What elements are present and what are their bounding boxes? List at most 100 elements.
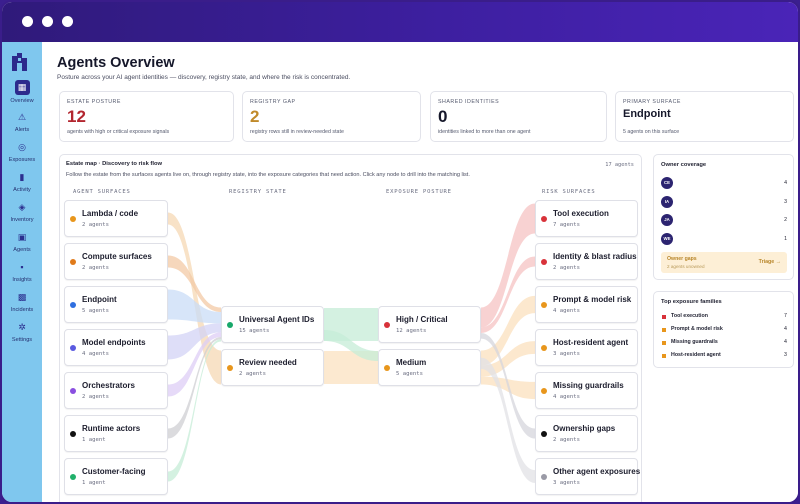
node-name: Universal Agent IDs — [239, 315, 315, 324]
risk-surface-node[interactable]: Other agent exposures 3 agents — [535, 458, 640, 495]
sidebar-item-label: Agents — [13, 247, 31, 253]
surface-node[interactable]: Lambda / code 2 agents — [64, 200, 168, 237]
node-name: Tool execution — [553, 209, 609, 218]
brand-logo[interactable] — [11, 52, 28, 72]
legend-swatch — [662, 314, 666, 319]
node-count: 4 agents — [553, 394, 580, 400]
window-maximize-button[interactable] — [62, 16, 73, 27]
sidebar-item-overview[interactable]: ▦ Overview — [2, 80, 42, 110]
kpi-note: registry rows still in review-needed sta… — [250, 129, 344, 135]
node-count: 3 agents — [553, 480, 580, 486]
sidebar-item-label: Inventory — [10, 217, 34, 223]
estate-map-card: Estate map · Discovery to risk flow 17 a… — [59, 154, 642, 502]
gear-icon: ✲ — [18, 322, 26, 332]
surface-node[interactable]: Model endpoints 4 agents — [64, 329, 168, 366]
registry-node[interactable]: Review needed 2 agents — [221, 349, 324, 386]
owner-gaps-banner[interactable]: Owner gaps 2 agents unowned Triage → — [661, 252, 787, 273]
sidebar-item-incidents[interactable]: ▩ Incidents — [2, 290, 42, 320]
owner-row[interactable]: CE 4 — [661, 177, 787, 189]
node-name: Endpoint — [82, 295, 117, 304]
status-dot — [70, 259, 76, 265]
node-name: Missing guardrails — [553, 381, 624, 390]
family-name: Host-resident agent — [671, 352, 721, 358]
owner-coverage-title: Owner coverage — [661, 162, 707, 168]
owner-row[interactable]: IA 3 — [661, 196, 787, 208]
grid-icon: ▦ — [14, 80, 30, 95]
kpi-card-registry-gap[interactable]: REGISTRY GAP 2 registry rows still in revi… — [242, 91, 421, 142]
risk-surface-node[interactable]: Host-resident agent 3 agents — [535, 329, 638, 366]
status-dot — [541, 431, 547, 437]
title-bar — [2, 2, 798, 42]
kpi-value: 2 — [250, 107, 260, 126]
status-dot — [70, 388, 76, 394]
robot-icon: ▣ — [17, 232, 27, 242]
owner-row[interactable]: JA 2 — [661, 214, 787, 226]
node-count: 1 agent — [82, 480, 106, 486]
page-title: Agents Overview — [57, 55, 175, 71]
kpi-note: identities linked to more than one agent — [438, 129, 531, 135]
kpi-value: 12 — [67, 107, 86, 126]
sidebar-item-settings[interactable]: ✲ Settings — [2, 320, 42, 350]
node-count: 4 agents — [553, 308, 580, 314]
kpi-note: agents with high or critical exposure si… — [67, 129, 170, 135]
kpi-card-estate-posture[interactable]: ESTATE POSTURE 12 agents with high or crit… — [59, 91, 234, 142]
kpi-card-shared-identities[interactable]: SHARED IDENTITIES 0 identities linked to m… — [430, 91, 607, 142]
sidebar-item-activity[interactable]: ▮ Activity — [2, 170, 42, 200]
window-close-button[interactable] — [22, 16, 33, 27]
sidebar-item-label: Activity — [13, 187, 31, 193]
sidebar-item-insights[interactable]: ▪ Insights — [2, 260, 42, 290]
exposure-family-row[interactable]: Tool execution 7 — [662, 313, 787, 322]
sidebar-item-exposures[interactable]: ◎ Exposures — [2, 140, 42, 170]
exposure-node[interactable]: High / Critical 12 agents — [378, 306, 481, 343]
node-name: Model endpoints — [82, 338, 146, 347]
sidebar-item-label: Alerts — [14, 127, 30, 133]
surface-node[interactable]: Orchestrators 2 agents — [64, 372, 168, 409]
surface-node[interactable]: Endpoint 5 agents — [64, 286, 168, 323]
flow-link — [481, 357, 535, 483]
kpi-value: Endpoint — [623, 108, 671, 120]
node-count: 12 agents — [396, 328, 427, 334]
node-name: Medium — [396, 358, 427, 367]
sidebar-item-label: Overview — [10, 98, 34, 104]
exposure-node[interactable]: Medium 5 agents — [378, 349, 481, 386]
surface-node[interactable]: Runtime actors 1 agent — [64, 415, 168, 452]
app-window: ▦ Overview ⚠ Alerts ◎ Exposures ▮ Activity ◈ Inve… — [0, 0, 800, 504]
node-name: Review needed — [239, 358, 297, 367]
surface-node[interactable]: Customer-facing 1 agent — [64, 458, 168, 495]
node-name: Lambda / code — [82, 209, 139, 218]
status-dot — [227, 365, 233, 371]
node-count: 4 agents — [82, 351, 109, 357]
risk-surface-node[interactable]: Prompt & model risk 4 agents — [535, 286, 638, 323]
avatar: IA — [661, 196, 673, 208]
sidebar-item-label: Insights — [12, 277, 32, 283]
surface-node[interactable]: Compute surfaces 2 agents — [64, 243, 168, 280]
risk-surface-node[interactable]: Ownership gaps 2 agents — [535, 415, 638, 452]
owner-row[interactable]: WE 1 — [661, 233, 787, 245]
registry-node[interactable]: Universal Agent IDs 15 agents — [221, 306, 324, 343]
sidebar-item-alerts[interactable]: ⚠ Alerts — [2, 110, 42, 140]
node-name: Identity & blast radius — [553, 252, 637, 261]
risk-surface-node[interactable]: Identity & blast radius 2 agents — [535, 243, 638, 280]
exposure-family-row[interactable]: Prompt & model risk 4 — [662, 326, 787, 335]
node-count: 2 agents — [82, 265, 109, 271]
risk-surface-node[interactable]: Missing guardrails 4 agents — [535, 372, 638, 409]
avatar: CE — [661, 177, 673, 189]
status-dot — [541, 474, 547, 480]
owner-coverage-card: Owner coverage CE 4 IA 3 JA 2 WE 1 Owner gaps 2… — [653, 154, 794, 280]
sidebar-item-agents[interactable]: ▣ Agents — [2, 230, 42, 260]
kpi-label: ESTATE POSTURE — [67, 99, 121, 105]
kpi-card-primary-surface[interactable]: PRIMARY SURFACE Endpoint 5 agents on this … — [615, 91, 794, 142]
node-count: 2 agents — [239, 371, 266, 377]
triage-button[interactable]: Triage → — [759, 259, 781, 265]
kpi-note: 5 agents on this surface — [623, 129, 680, 135]
status-dot — [384, 365, 390, 371]
sidebar-item-inventory[interactable]: ◈ Inventory — [2, 200, 42, 230]
risk-surface-node[interactable]: Tool execution 7 agents — [535, 200, 638, 237]
exposure-family-row[interactable]: Missing guardrails 4 — [662, 339, 787, 348]
kpi-label: PRIMARY SURFACE — [623, 99, 681, 105]
window-minimize-button[interactable] — [42, 16, 53, 27]
legend-swatch — [662, 353, 666, 358]
owner-count: 3 — [784, 199, 787, 205]
exposure-family-row[interactable]: Host-resident agent 3 — [662, 352, 787, 361]
node-count: 7 agents — [553, 222, 580, 228]
